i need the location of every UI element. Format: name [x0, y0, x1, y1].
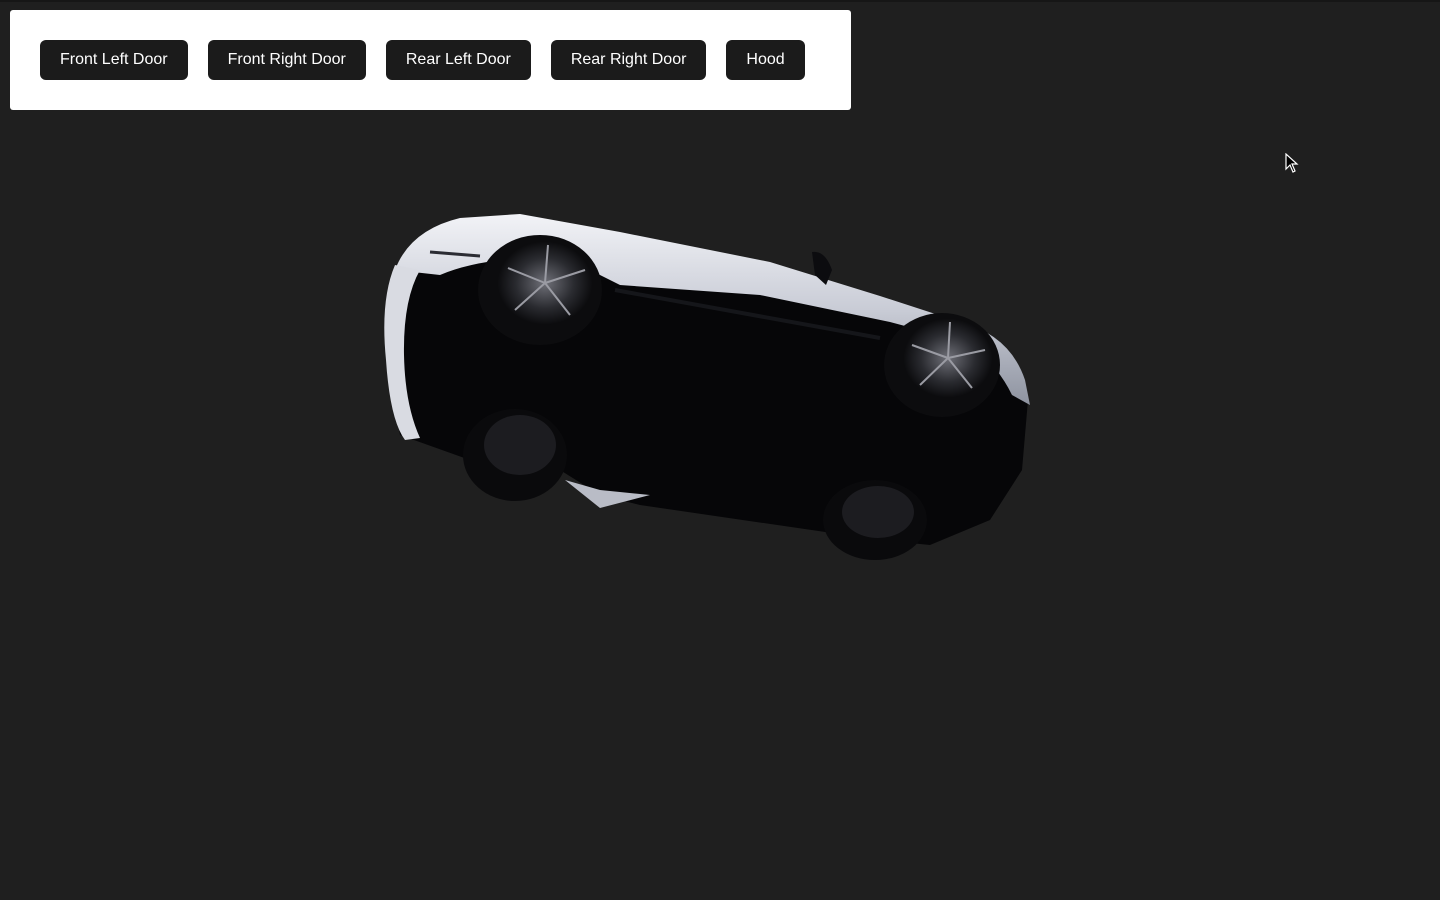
wheel-front-right: [884, 313, 1000, 417]
car-model[interactable]: [384, 214, 1030, 560]
front-left-door-button[interactable]: Front Left Door: [40, 40, 188, 80]
three-d-viewport[interactable]: Front Left Door Front Right Door Rear Le…: [0, 0, 1440, 900]
door-controls-panel: Front Left Door Front Right Door Rear Le…: [10, 10, 851, 110]
front-right-door-button[interactable]: Front Right Door: [207, 40, 366, 80]
rear-right-door-button[interactable]: Rear Right Door: [550, 40, 707, 80]
arrow-cursor-icon: [1285, 153, 1299, 173]
hood-button[interactable]: Hood: [726, 40, 805, 80]
rear-left-door-button[interactable]: Rear Left Door: [385, 40, 531, 80]
car-model-canvas[interactable]: [0, 0, 1440, 900]
wheel-front-left: [478, 235, 602, 345]
wheel-rear-left: [463, 409, 567, 501]
wheel-rear-right: [823, 480, 927, 560]
